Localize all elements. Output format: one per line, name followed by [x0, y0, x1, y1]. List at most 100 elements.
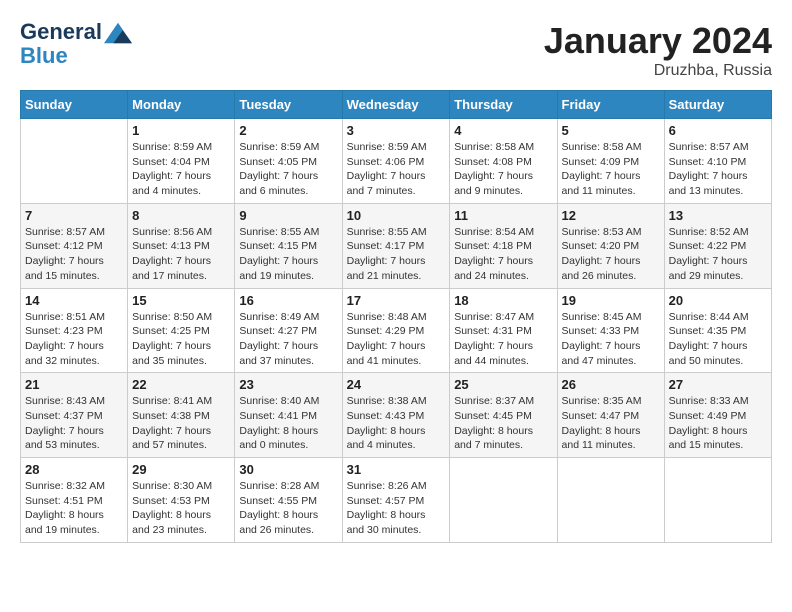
day-info: Sunrise: 8:50 AMSunset: 4:25 PMDaylight:…	[132, 310, 230, 369]
day-info: Sunrise: 8:26 AMSunset: 4:57 PMDaylight:…	[347, 479, 446, 538]
weekday-header-sunday: Sunday	[21, 91, 128, 119]
calendar-cell: 5 Sunrise: 8:58 AMSunset: 4:09 PMDaylight…	[557, 119, 664, 204]
calendar-cell	[664, 458, 771, 543]
calendar-cell: 29 Sunrise: 8:30 AMSunset: 4:53 PMDayligh…	[128, 458, 235, 543]
day-info: Sunrise: 8:38 AMSunset: 4:43 PMDaylight:…	[347, 394, 446, 453]
day-info: Sunrise: 8:59 AMSunset: 4:05 PMDaylight:…	[239, 140, 337, 199]
weekday-header-monday: Monday	[128, 91, 235, 119]
calendar-cell: 19 Sunrise: 8:45 AMSunset: 4:33 PMDayligh…	[557, 288, 664, 373]
day-number: 10	[347, 208, 446, 223]
calendar-cell: 22 Sunrise: 8:41 AMSunset: 4:38 PMDayligh…	[128, 373, 235, 458]
day-info: Sunrise: 8:52 AMSunset: 4:22 PMDaylight:…	[669, 225, 767, 284]
calendar-cell: 26Sunrise: 8:35 AMSunset: 4:47 PMDayligh…	[557, 373, 664, 458]
calendar-cell: 18 Sunrise: 8:47 AMSunset: 4:31 PMDayligh…	[450, 288, 557, 373]
calendar-cell: 12Sunrise: 8:53 AMSunset: 4:20 PMDayligh…	[557, 203, 664, 288]
calendar-cell: 24 Sunrise: 8:38 AMSunset: 4:43 PMDayligh…	[342, 373, 450, 458]
calendar-cell: 31 Sunrise: 8:26 AMSunset: 4:57 PMDayligh…	[342, 458, 450, 543]
title-block: January 2024 Druzhba, Russia	[544, 20, 772, 80]
day-info: Sunrise: 8:49 AMSunset: 4:27 PMDaylight:…	[239, 310, 337, 369]
day-number: 19	[562, 293, 660, 308]
calendar-cell	[450, 458, 557, 543]
day-info: Sunrise: 8:43 AMSunset: 4:37 PMDaylight:…	[25, 394, 123, 453]
calendar-cell: 8 Sunrise: 8:56 AMSunset: 4:13 PMDaylight…	[128, 203, 235, 288]
day-info: Sunrise: 8:57 AMSunset: 4:10 PMDaylight:…	[669, 140, 767, 199]
day-number: 21	[25, 377, 123, 392]
logo: General Blue	[20, 20, 132, 68]
day-info: Sunrise: 8:48 AMSunset: 4:29 PMDaylight:…	[347, 310, 446, 369]
day-info: Sunrise: 8:41 AMSunset: 4:38 PMDaylight:…	[132, 394, 230, 453]
day-number: 5	[562, 123, 660, 138]
calendar-cell	[21, 119, 128, 204]
day-number: 31	[347, 462, 446, 477]
day-info: Sunrise: 8:56 AMSunset: 4:13 PMDaylight:…	[132, 225, 230, 284]
calendar-cell: 1 Sunrise: 8:59 AMSunset: 4:04 PMDaylight…	[128, 119, 235, 204]
calendar-cell: 27 Sunrise: 8:33 AMSunset: 4:49 PMDayligh…	[664, 373, 771, 458]
day-number: 8	[132, 208, 230, 223]
day-number: 24	[347, 377, 446, 392]
day-number: 30	[239, 462, 337, 477]
day-number: 6	[669, 123, 767, 138]
day-info: Sunrise: 8:28 AMSunset: 4:55 PMDaylight:…	[239, 479, 337, 538]
week-row-3: 21 Sunrise: 8:43 AMSunset: 4:37 PMDayligh…	[21, 373, 772, 458]
calendar-cell: 17Sunrise: 8:48 AMSunset: 4:29 PMDayligh…	[342, 288, 450, 373]
day-number: 13	[669, 208, 767, 223]
calendar-cell: 30 Sunrise: 8:28 AMSunset: 4:55 PMDayligh…	[235, 458, 342, 543]
day-info: Sunrise: 8:59 AMSunset: 4:06 PMDaylight:…	[347, 140, 446, 199]
calendar-cell: 21 Sunrise: 8:43 AMSunset: 4:37 PMDayligh…	[21, 373, 128, 458]
calendar-cell: 25 Sunrise: 8:37 AMSunset: 4:45 PMDayligh…	[450, 373, 557, 458]
month-title: January 2024	[544, 20, 772, 62]
day-info: Sunrise: 8:47 AMSunset: 4:31 PMDaylight:…	[454, 310, 552, 369]
day-number: 27	[669, 377, 767, 392]
day-number: 7	[25, 208, 123, 223]
day-number: 3	[347, 123, 446, 138]
day-info: Sunrise: 8:59 AMSunset: 4:04 PMDaylight:…	[132, 140, 230, 199]
day-info: Sunrise: 8:54 AMSunset: 4:18 PMDaylight:…	[454, 225, 552, 284]
day-number: 25	[454, 377, 552, 392]
week-row-4: 28 Sunrise: 8:32 AMSunset: 4:51 PMDayligh…	[21, 458, 772, 543]
day-number: 18	[454, 293, 552, 308]
day-number: 29	[132, 462, 230, 477]
logo-blue: Blue	[20, 44, 132, 68]
day-number: 15	[132, 293, 230, 308]
week-row-0: 1 Sunrise: 8:59 AMSunset: 4:04 PMDaylight…	[21, 119, 772, 204]
weekday-header-thursday: Thursday	[450, 91, 557, 119]
day-info: Sunrise: 8:58 AMSunset: 4:09 PMDaylight:…	[562, 140, 660, 199]
calendar-cell: 23 Sunrise: 8:40 AMSunset: 4:41 PMDayligh…	[235, 373, 342, 458]
weekday-header-saturday: Saturday	[664, 91, 771, 119]
week-row-1: 7 Sunrise: 8:57 AMSunset: 4:12 PMDaylight…	[21, 203, 772, 288]
weekday-header-wednesday: Wednesday	[342, 91, 450, 119]
day-number: 28	[25, 462, 123, 477]
calendar-cell: 4 Sunrise: 8:58 AMSunset: 4:08 PMDaylight…	[450, 119, 557, 204]
day-number: 1	[132, 123, 230, 138]
calendar-cell: 3 Sunrise: 8:59 AMSunset: 4:06 PMDaylight…	[342, 119, 450, 204]
calendar-cell: 28 Sunrise: 8:32 AMSunset: 4:51 PMDayligh…	[21, 458, 128, 543]
calendar-cell: 14 Sunrise: 8:51 AMSunset: 4:23 PMDayligh…	[21, 288, 128, 373]
day-info: Sunrise: 8:40 AMSunset: 4:41 PMDaylight:…	[239, 394, 337, 453]
day-info: Sunrise: 8:37 AMSunset: 4:45 PMDaylight:…	[454, 394, 552, 453]
day-number: 14	[25, 293, 123, 308]
day-info: Sunrise: 8:30 AMSunset: 4:53 PMDaylight:…	[132, 479, 230, 538]
calendar-cell: 2 Sunrise: 8:59 AMSunset: 4:05 PMDaylight…	[235, 119, 342, 204]
calendar-cell: 11 Sunrise: 8:54 AMSunset: 4:18 PMDayligh…	[450, 203, 557, 288]
calendar-cell	[557, 458, 664, 543]
day-info: Sunrise: 8:33 AMSunset: 4:49 PMDaylight:…	[669, 394, 767, 453]
weekday-header-row: SundayMondayTuesdayWednesdayThursdayFrid…	[21, 91, 772, 119]
day-number: 16	[239, 293, 337, 308]
day-number: 11	[454, 208, 552, 223]
day-info: Sunrise: 8:57 AMSunset: 4:12 PMDaylight:…	[25, 225, 123, 284]
day-info: Sunrise: 8:32 AMSunset: 4:51 PMDaylight:…	[25, 479, 123, 538]
day-info: Sunrise: 8:51 AMSunset: 4:23 PMDaylight:…	[25, 310, 123, 369]
location: Druzhba, Russia	[544, 62, 772, 80]
page-header: General Blue January 2024 Druzhba, Russi…	[20, 20, 772, 80]
day-number: 26	[562, 377, 660, 392]
day-number: 4	[454, 123, 552, 138]
day-number: 23	[239, 377, 337, 392]
day-info: Sunrise: 8:45 AMSunset: 4:33 PMDaylight:…	[562, 310, 660, 369]
calendar-cell: 6 Sunrise: 8:57 AMSunset: 4:10 PMDaylight…	[664, 119, 771, 204]
day-number: 22	[132, 377, 230, 392]
day-info: Sunrise: 8:58 AMSunset: 4:08 PMDaylight:…	[454, 140, 552, 199]
day-info: Sunrise: 8:55 AMSunset: 4:15 PMDaylight:…	[239, 225, 337, 284]
weekday-header-friday: Friday	[557, 91, 664, 119]
calendar-cell: 15 Sunrise: 8:50 AMSunset: 4:25 PMDayligh…	[128, 288, 235, 373]
day-number: 2	[239, 123, 337, 138]
